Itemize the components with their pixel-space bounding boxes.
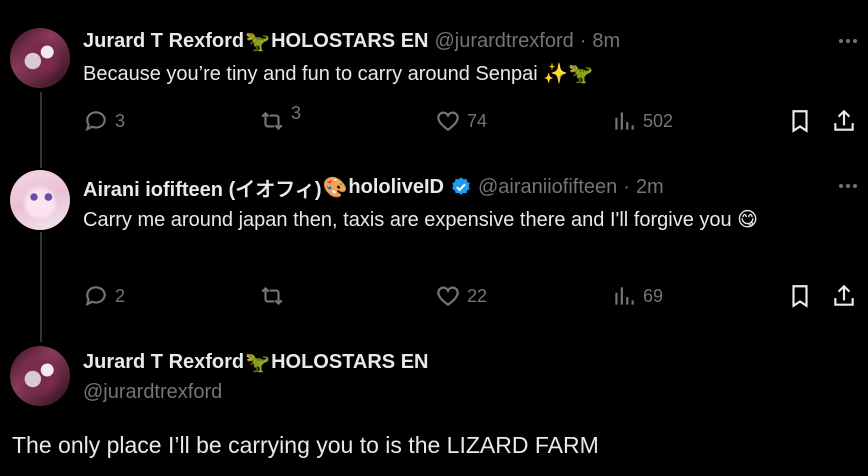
avatar[interactable]	[10, 28, 70, 88]
name-emoji: 🎨	[322, 176, 348, 199]
views-icon	[615, 287, 634, 305]
repost-icon	[261, 111, 283, 131]
share-button[interactable]	[831, 283, 857, 309]
like-button[interactable]: 74	[435, 108, 487, 134]
like-icon	[437, 111, 459, 131]
tweet-reply-1[interactable]: Jurard T Rexford 🦖 HOLOSTARS EN @jurardt…	[0, 0, 868, 168]
tweet-actions: 2 22 69	[83, 283, 863, 313]
reply-icon	[85, 286, 106, 307]
bookmark-icon	[792, 110, 808, 133]
reply-button[interactable]: 2	[83, 283, 125, 309]
share-icon	[834, 109, 854, 131]
tweet-header: Jurard T Rexford 🦖 HOLOSTARS EN	[83, 348, 428, 376]
share-icon	[834, 284, 854, 306]
more-icon[interactable]	[836, 29, 860, 53]
views-count: 502	[643, 110, 674, 131]
tweet-header: Jurard T Rexford 🦖 HOLOSTARS EN @jurardt…	[83, 27, 620, 55]
tweet-reply-2[interactable]: Airani iofifteen (イオフィ) 🎨 hololiveID @ai…	[0, 168, 868, 338]
share-button[interactable]	[831, 108, 857, 134]
repost-icon	[261, 286, 283, 306]
thread-view: Jurard T Rexford 🦖 HOLOSTARS EN @jurardt…	[0, 0, 868, 476]
separator-dot: ·	[623, 175, 630, 198]
name-emoji: 🦖	[245, 30, 271, 53]
separator-dot: ·	[579, 29, 587, 52]
display-name[interactable]: Airani iofifteen (イオフィ)	[83, 173, 322, 202]
avatar[interactable]	[10, 346, 70, 406]
views-button[interactable]: 69	[611, 283, 663, 309]
tweet-actions: 3 3 74 502	[83, 103, 863, 138]
user-handle[interactable]: @jurardtrexford	[83, 381, 222, 404]
views-count: 69	[643, 285, 664, 306]
main-tweet-text: The only place I’ll be carrying you to i…	[12, 432, 599, 458]
bookmark-button[interactable]	[787, 108, 813, 134]
display-name-suffix[interactable]: hololiveID	[348, 176, 444, 199]
user-handle[interactable]: @airaniiofifteen	[478, 176, 617, 199]
reply-button[interactable]: 3	[83, 108, 125, 134]
name-emoji: 🦖	[245, 351, 271, 374]
timestamp[interactable]: 2m	[636, 176, 664, 199]
views-icon	[615, 112, 634, 130]
timestamp[interactable]: 8m	[592, 30, 620, 53]
reply-count: 3	[115, 110, 126, 131]
reply-count: 2	[115, 285, 126, 306]
handle-row: @jurardtrexford	[83, 378, 222, 406]
repost-button[interactable]: 3	[259, 103, 301, 134]
like-button[interactable]: 22	[435, 283, 487, 309]
display-name[interactable]: Jurard T Rexford	[83, 351, 244, 374]
user-handle[interactable]: @jurardtrexford	[434, 30, 573, 53]
more-icon[interactable]	[836, 174, 860, 198]
repost-button[interactable]	[259, 283, 291, 309]
like-count: 74	[467, 110, 488, 131]
bookmark-button[interactable]	[787, 283, 813, 309]
tweet-text: Because you’re tiny and fun to carry aro…	[83, 63, 594, 85]
bookmark-icon	[792, 285, 808, 308]
display-name-suffix[interactable]: HOLOSTARS EN	[271, 30, 428, 53]
reply-icon	[85, 111, 106, 132]
main-tweet: Jurard T Rexford 🦖 HOLOSTARS EN @jurardt…	[0, 338, 868, 476]
tweet-header: Airani iofifteen (イオフィ) 🎨 hololiveID @ai…	[83, 173, 664, 201]
verified-icon	[450, 176, 472, 198]
like-icon	[437, 286, 459, 306]
views-button[interactable]: 502	[611, 108, 673, 134]
tweet-text: Carry me around japan then, taxis are ex…	[83, 209, 759, 231]
display-name-suffix[interactable]: HOLOSTARS EN	[271, 351, 428, 374]
display-name[interactable]: Jurard T Rexford	[83, 30, 244, 53]
like-count: 22	[467, 285, 488, 306]
avatar[interactable]	[10, 170, 70, 230]
repost-count: 3	[291, 102, 302, 123]
